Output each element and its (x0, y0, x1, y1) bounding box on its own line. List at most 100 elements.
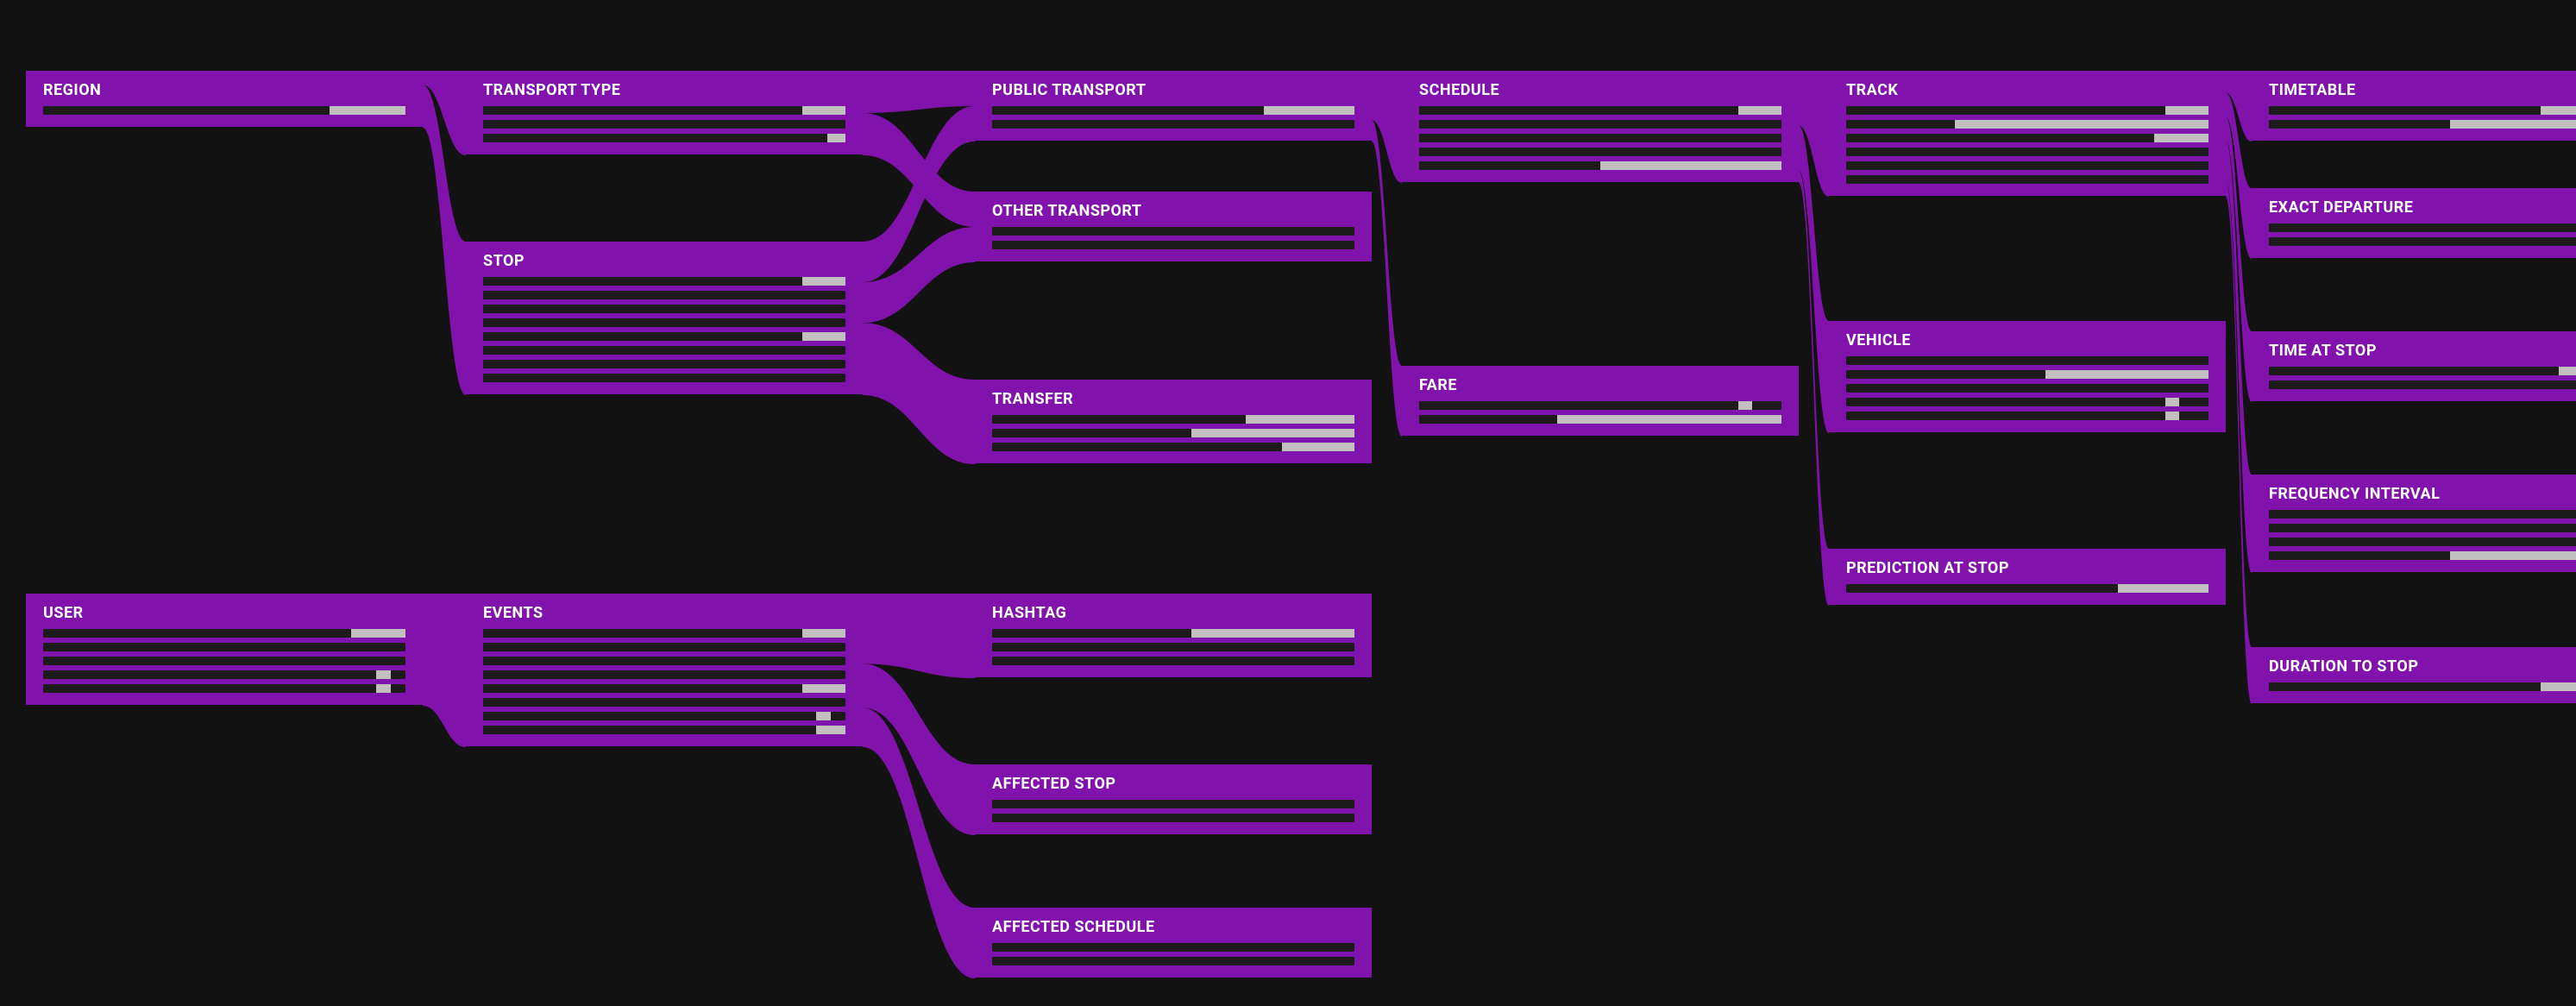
attr-row (43, 106, 405, 115)
attr-row (2269, 106, 2576, 115)
attr-highlight (2559, 367, 2576, 375)
attr-list (26, 629, 423, 705)
attr-highlight (2165, 106, 2208, 115)
node-time-at-stop: TIME AT STOP (2252, 331, 2576, 401)
attr-row (43, 657, 405, 665)
node-title: EVENTS (466, 594, 863, 629)
attr-highlight (2450, 120, 2576, 129)
attr-row (1846, 175, 2208, 184)
attr-row (1419, 120, 1781, 129)
attr-row (2269, 223, 2576, 232)
flow-track-to-duration-to-stop (2226, 180, 2252, 704)
node-title: VEHICLE (1829, 321, 2226, 356)
attr-row (2269, 367, 2576, 375)
node-title: SCHEDULE (1402, 71, 1799, 106)
node-vehicle: VEHICLE (1829, 321, 2226, 432)
attr-list (975, 227, 1372, 261)
node-other-transport: OTHER TRANSPORT (975, 192, 1372, 261)
flow-events-to-hashtag (863, 594, 975, 678)
node-title: AFFECTED STOP (975, 764, 1372, 800)
attr-highlight (2165, 398, 2180, 406)
attr-row (43, 643, 405, 651)
node-transport-type: TRANSPORT TYPE (466, 71, 863, 154)
attr-list (2252, 367, 2576, 401)
attr-row (1846, 356, 2208, 365)
attr-row (1846, 370, 2208, 379)
attr-highlight (802, 629, 845, 638)
flow-public-transport-to-schedule (1372, 71, 1402, 183)
attr-highlight (2541, 682, 2576, 691)
attr-list (975, 800, 1372, 834)
attr-highlight (376, 670, 391, 679)
attr-row (483, 291, 845, 299)
attr-row (43, 684, 405, 693)
attr-highlight (2045, 370, 2208, 379)
flow-track-to-timetable (2226, 71, 2252, 141)
node-stop: STOP (466, 242, 863, 394)
diagram-canvas: REGIONTRANSPORT TYPESTOPPUBLIC TRANSPORT… (0, 0, 2576, 1006)
attr-row (1846, 134, 2208, 142)
flow-events-to-affected-schedule (863, 707, 975, 978)
attr-list (466, 629, 863, 746)
node-timetable: TIMETABLE (2252, 71, 2576, 141)
attr-row (483, 657, 845, 665)
attr-list (2252, 682, 2576, 703)
attr-highlight (816, 726, 845, 734)
attr-row (2269, 380, 2576, 389)
node-title: PREDICTION AT STOP (1829, 549, 2226, 584)
attr-row (992, 800, 1354, 808)
attr-row (43, 629, 405, 638)
node-title: FREQUENCY INTERVAL (2252, 475, 2576, 510)
node-title: FARE (1402, 366, 1799, 401)
attr-row (1846, 398, 2208, 406)
attr-highlight (802, 277, 845, 286)
attr-row (483, 629, 845, 638)
attr-highlight (1191, 629, 1354, 638)
attr-highlight (1282, 443, 1354, 451)
attr-row (2269, 510, 2576, 519)
flow-public-transport-to-fare (1372, 120, 1402, 437)
attr-highlight (1600, 161, 1781, 170)
node-region: REGION (26, 71, 423, 127)
flow-stop-to-other-transport (863, 227, 975, 323)
attr-highlight (351, 629, 405, 638)
node-events: EVENTS (466, 594, 863, 746)
attr-row (1419, 401, 1781, 410)
node-title: OTHER TRANSPORT (975, 192, 1372, 227)
attr-row (1846, 148, 2208, 156)
attr-highlight (1738, 106, 1781, 115)
attr-highlight (802, 332, 845, 341)
attr-list (975, 106, 1372, 141)
attr-highlight (330, 106, 405, 115)
attr-row (1846, 161, 2208, 170)
attr-list (466, 277, 863, 394)
attr-row (483, 698, 845, 707)
attr-row (2269, 524, 2576, 532)
attr-row (483, 726, 845, 734)
attr-row (992, 241, 1354, 249)
node-hashtag: HASHTAG (975, 594, 1372, 677)
attr-highlight (816, 712, 831, 720)
node-title: AFFECTED SCHEDULE (975, 908, 1372, 943)
attr-row (992, 943, 1354, 952)
node-title: TIMETABLE (2252, 71, 2576, 106)
attr-highlight (1738, 401, 1753, 410)
attr-list (2252, 106, 2576, 141)
attr-list (2252, 510, 2576, 572)
node-title: STOP (466, 242, 863, 277)
attr-list (1829, 106, 2226, 196)
attr-highlight (1246, 415, 1354, 424)
attr-row (992, 657, 1354, 665)
node-exact-departure: EXACT DEPARTURE (2252, 188, 2576, 258)
node-frequency: FREQUENCY INTERVAL (2252, 475, 2576, 572)
node-affected-stop: AFFECTED STOP (975, 764, 1372, 834)
attr-row (992, 443, 1354, 451)
attr-row (483, 374, 845, 382)
attr-row (1419, 415, 1781, 424)
attr-row (483, 305, 845, 313)
flow-region-to-transport-type (423, 71, 466, 155)
node-title: TRACK (1829, 71, 2226, 106)
flow-region-to-stop (423, 85, 466, 396)
attr-highlight (2165, 412, 2180, 420)
attr-row (992, 227, 1354, 236)
